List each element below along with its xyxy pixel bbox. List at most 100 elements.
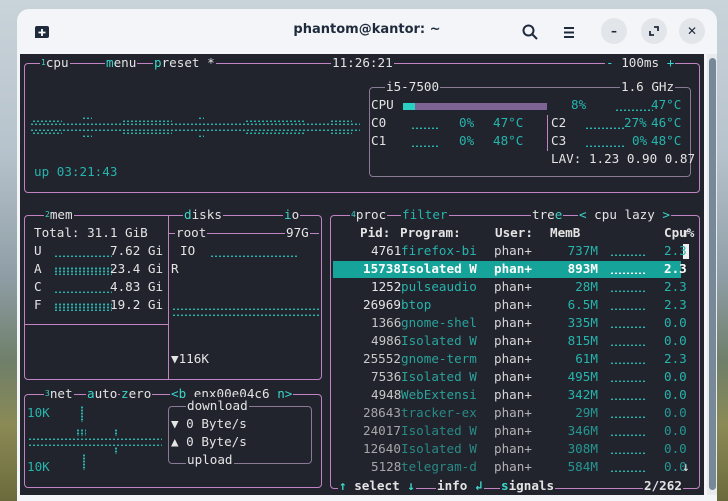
scrollbar-thumb[interactable] (709, 58, 716, 490)
net-scale-top: 10K (27, 405, 50, 420)
program: btop (401, 297, 432, 312)
maximize-button[interactable] (641, 18, 667, 44)
mem-divider (25, 324, 168, 325)
user: phan+ (494, 387, 532, 402)
pid: 24017 (363, 423, 401, 438)
net-scale-bottom: 10K (27, 459, 50, 474)
mem-total: Total: 31.1 GiB (34, 225, 148, 240)
disk-root-label: root (175, 224, 208, 242)
disk-root-size: 97G (285, 224, 310, 242)
scroll-up-icon[interactable]: ↑ (682, 224, 690, 242)
proc-sort-selector[interactable]: < cpu lazy > (578, 206, 672, 224)
cpu-sparkline (610, 470, 646, 472)
pid: 15738 (363, 261, 401, 276)
disks-title[interactable]: disks (183, 206, 223, 224)
proc-tree-toggle[interactable]: tree (531, 206, 564, 224)
user: phan+ (494, 243, 532, 258)
cpu-total-temp: 47°C (651, 97, 682, 112)
cpu: 0.0 (664, 405, 687, 420)
cpu-sparkline (610, 254, 646, 256)
uptime: up 03:21:43 (34, 164, 118, 179)
terminal-window: phantom@kantor: ~ – ✕ 1cpu menu preset *… (17, 9, 717, 501)
user: phan+ (494, 351, 532, 366)
cpu-total-label: CPU (371, 97, 394, 112)
mem: 584M (567, 459, 598, 474)
program: firefox-bi (401, 243, 477, 258)
close-button[interactable]: ✕ (679, 18, 705, 44)
net-zero-toggle[interactable]: zero (120, 385, 153, 403)
cpu: 2.3 (664, 243, 687, 258)
user: phan+ (494, 333, 532, 348)
mem: 335M (567, 315, 598, 330)
program: Isolated W (401, 261, 477, 276)
user: phan+ (494, 315, 532, 330)
program: tracker-ex (401, 405, 477, 420)
mem: 893M (567, 261, 598, 276)
cpu-title[interactable]: 1cpu (40, 54, 70, 72)
cpu: 0.0 (664, 423, 687, 438)
cpu-sparkline (610, 344, 646, 346)
mem: 29M (575, 405, 598, 420)
mem: 346M (567, 423, 598, 438)
hamburger-icon (564, 26, 574, 38)
cpu: 0.0 (664, 369, 687, 384)
proc-title[interactable]: 4proc (350, 206, 388, 224)
info-button[interactable]: info ↲ (436, 477, 484, 495)
program: Isolated W (401, 369, 477, 384)
program: WebExtensi (401, 387, 477, 402)
net-title[interactable]: 3net (44, 385, 74, 403)
mem-title[interactable]: 2mem (44, 206, 74, 224)
pid: 26969 (363, 297, 401, 312)
cpu-sparkline (610, 362, 646, 364)
cpu-sparkline (610, 326, 646, 328)
clock: 11:26:21 (331, 54, 394, 72)
cpu-menu-button[interactable]: menu (105, 54, 138, 72)
cpu-model: i5-7500 (385, 78, 441, 96)
terminal-area[interactable]: 1cpu menu preset * 11:26:21 - 100ms + up… (20, 54, 704, 495)
minimize-button[interactable]: – (601, 18, 627, 44)
program: Isolated W (401, 423, 477, 438)
pid: 12640 (363, 441, 401, 456)
pid: 25552 (363, 351, 401, 366)
program: gnome-term (401, 351, 477, 366)
mem: 815M (567, 333, 598, 348)
mem: 342M (567, 387, 598, 402)
cpu: 2.3 (664, 279, 687, 294)
scroll-down-icon[interactable]: ↓ (682, 458, 690, 476)
terminal-scrollbar[interactable] (707, 54, 717, 495)
cpu-total-percent: 8% (571, 97, 587, 112)
pid: 28643 (363, 405, 401, 420)
close-icon: ✕ (686, 24, 698, 38)
signals-button[interactable]: signals (500, 477, 556, 495)
mem: 308M (567, 441, 598, 456)
user: phan+ (494, 369, 532, 384)
cpu-sparkline (610, 398, 646, 400)
user: phan+ (494, 261, 532, 276)
disk-activity-graph (172, 308, 320, 310)
program: pulseaudio (401, 279, 477, 294)
user: phan+ (494, 441, 532, 456)
interval-control[interactable]: - 100ms + (605, 54, 676, 72)
cpu-sparkline (610, 416, 646, 418)
program: gnome-shel (401, 315, 477, 330)
disk-io-label: IO (180, 243, 196, 258)
cpu-sparkline (610, 290, 646, 292)
cpu: 2.3 (664, 261, 687, 276)
io-toggle[interactable]: io (283, 206, 301, 224)
upload-label: upload (186, 451, 234, 469)
cpu: 2.3 (664, 297, 687, 312)
mem: 495M (567, 369, 598, 384)
net-auto-toggle[interactable]: auto (86, 385, 119, 403)
search-button[interactable] (519, 21, 541, 43)
load-average: LAV: 1.23 0.90 0.87 (551, 151, 696, 166)
user: phan+ (494, 459, 532, 474)
select-button[interactable]: ↑ select ↓ (338, 477, 416, 495)
cpu-total-graph (615, 109, 653, 111)
search-icon (522, 24, 538, 40)
cpu-preset-button[interactable]: preset * (153, 54, 216, 72)
proc-filter[interactable]: filter (401, 206, 449, 224)
menu-button[interactable] (558, 21, 580, 43)
pid: 4761 (371, 243, 402, 258)
user: phan+ (494, 405, 532, 420)
proc-position: 2/262 (643, 477, 683, 495)
